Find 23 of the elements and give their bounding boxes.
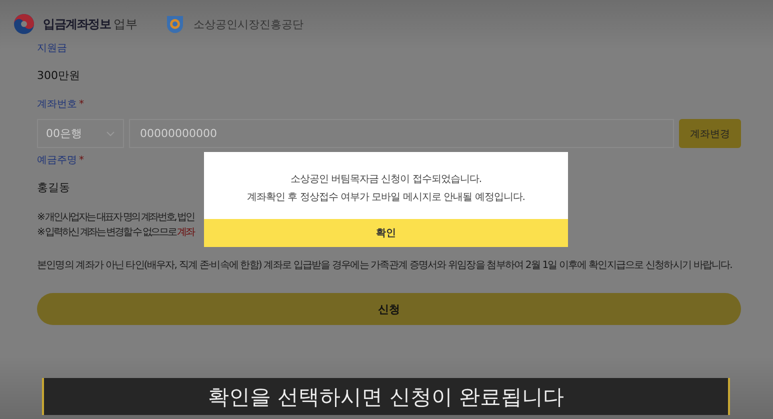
notice-text: 본인명의 계좌가 아닌 타인(배우자, 직계 존·비속에 한함) 계좌로 입급받을 경우에는 가족관계 증명서와 위임장을 첨부하여 2월 1일 이후에 확인지급으로 신청하시기 바랍니다. [37,259,733,273]
ministry-name: 업부 [114,16,138,32]
field-value: 300만원 [37,68,80,84]
required-mark: * [79,154,84,168]
chevron-down-icon [106,130,115,136]
dialog-message: 계좌확인 후 정상접수 여부가 모바일 메시지로 안내될 예정입니다. [247,190,525,204]
field-label: 지원금 [37,42,67,56]
field-label: 예금주명 [37,154,77,168]
note-text: ※ 개인사업자는 대표자 명의 계좌번호, 법인 [37,211,194,225]
confirm-button[interactable]: 확인 [204,219,568,247]
page-title: 입금계좌정보 [43,16,111,32]
submit-button[interactable]: 신청 [37,293,741,325]
field-value: 홍길동 [37,180,70,196]
emblem-icon [13,13,35,35]
dialog-message: 소상공인 버팀목자금 신청이 접수되었습니다. [290,172,482,186]
account-input[interactable]: 00000000000 [129,119,674,148]
note-text: ※ 입력하신 계좌는 변경할 수 없으므로계좌 [37,226,194,240]
subtitle-caption: 확인을 선택하시면 신청이 완료됩니다 [42,378,730,415]
required-mark: * [79,98,84,112]
field-label: 계좌번호 [37,98,77,112]
bank-select[interactable]: 00은행 [37,119,124,148]
change-account-button[interactable]: 계좌변경 [679,119,741,148]
agency-name: 소상공인시장진흥공단 [194,16,304,32]
